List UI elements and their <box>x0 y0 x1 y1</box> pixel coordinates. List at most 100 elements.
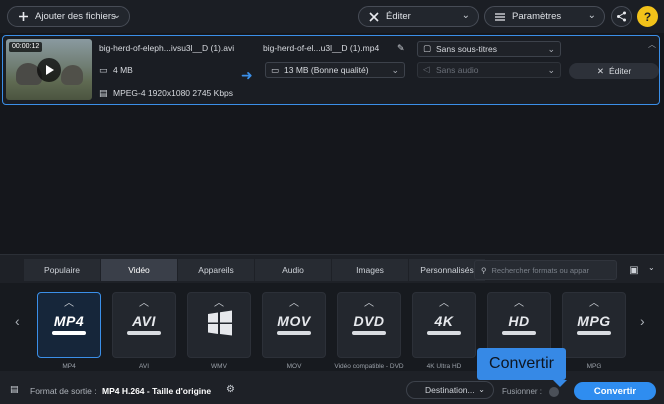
format-wmv[interactable]: ︿ <box>187 292 251 358</box>
avi-format-icon: AVI <box>132 313 156 329</box>
output-size-label: 13 MB (Bonne qualité) <box>284 65 369 75</box>
mp4-format-icon: MP4 <box>53 313 85 329</box>
help-button[interactable]: ? <box>637 6 658 27</box>
output-format-icon: ▤ <box>10 384 19 394</box>
destination-dropdown[interactable]: Destination... ⌄ <box>406 381 494 399</box>
edit-file-label: Éditer <box>608 66 632 76</box>
format-avi[interactable]: ︿ AVI <box>112 292 176 358</box>
merge-label: Fusionner : <box>502 387 543 396</box>
format-name: Vidéo compatible - DVD <box>334 363 404 370</box>
add-files-button[interactable]: Ajouter des fichiers ⌄ <box>7 6 130 27</box>
format-mpg[interactable]: ︿ MPG <box>562 292 626 358</box>
chevron-down-icon: ⌄ <box>587 10 596 21</box>
format-dvd[interactable]: ︿ DVD <box>337 292 401 358</box>
format-4k[interactable]: ︿ 4K <box>412 292 476 358</box>
output-size-dropdown[interactable]: ▭ 13 MB (Bonne qualité) ⌄ <box>265 62 405 78</box>
chevron-down-icon: ⌄ <box>461 10 470 21</box>
tab-images[interactable]: Images <box>332 259 408 281</box>
file-icon: ▭ <box>99 65 108 75</box>
format-name: MPG <box>586 363 602 370</box>
mov-format-icon: MOV <box>277 313 311 329</box>
destination-label: Destination... <box>425 385 475 395</box>
tab-appareils[interactable]: Appareils <box>178 259 254 281</box>
settings-sliders-icon <box>493 10 507 24</box>
chevron-up-icon: ︿ <box>64 298 74 309</box>
convert-tooltip: Convertir <box>477 348 567 387</box>
file-list: 00:00:12 big-herd-of-eleph...ivsu3l__D (… <box>0 33 664 254</box>
mpg-format-icon: MPG <box>577 313 611 329</box>
speech-bubble-icon: ▢ <box>423 43 432 53</box>
dvd-format-icon: DVD <box>353 313 385 329</box>
source-file-name: big-herd-of-eleph...ivsu3l__D (1).avi <box>99 43 235 53</box>
format-name: MP4 <box>62 363 76 370</box>
chevron-up-icon: ︿ <box>289 298 299 309</box>
chevron-up-icon: ︿ <box>589 298 599 309</box>
convert-arrow-icon: ➜ <box>241 67 253 83</box>
format-name: WMV <box>211 363 227 370</box>
chevron-down-icon: ⌄ <box>391 65 399 75</box>
file-item[interactable]: 00:00:12 big-herd-of-eleph...ivsu3l__D (… <box>2 35 660 105</box>
format-search-placeholder: Rechercher formats ou appar <box>491 265 590 275</box>
plus-icon <box>16 10 30 24</box>
chevron-up-icon: ︿ <box>439 298 449 309</box>
tab-populaire[interactable]: Populaire <box>24 259 100 281</box>
subtitles-label: Sans sous-titres <box>436 44 497 54</box>
chevron-up-icon[interactable]: ︿ <box>648 39 656 50</box>
play-icon[interactable] <box>37 58 61 82</box>
tools-icon: ✕ <box>596 65 604 76</box>
add-files-label: Ajouter des fichiers <box>35 11 116 22</box>
output-format-label: Format de sortie : <box>30 386 97 396</box>
video-thumbnail[interactable]: 00:00:12 <box>6 39 92 100</box>
speaker-icon: ◁ <box>423 64 430 74</box>
duration-badge: 00:00:12 <box>9 42 43 52</box>
edit-file-button[interactable]: ✕ Éditer <box>569 63 659 79</box>
subtitles-dropdown[interactable]: ▢ Sans sous-titres ⌄ <box>417 41 561 57</box>
audio-dropdown[interactable]: ◁ Sans audio ⌄ <box>417 62 561 78</box>
tab-audio[interactable]: Audio <box>255 259 331 281</box>
chevron-up-icon: ︿ <box>139 298 149 309</box>
format-name: 4K Ultra HD <box>426 363 462 370</box>
chevron-up-icon: ︿ <box>214 298 224 309</box>
gear-icon[interactable]: ⚙ <box>226 384 235 395</box>
chevron-right-icon[interactable]: › <box>640 313 645 329</box>
format-name: MOV <box>286 363 302 370</box>
main-toolbar: Ajouter des fichiers ⌄ Éditer ⌄ Paramètr… <box>0 0 664 33</box>
format-search-input[interactable]: ⚲ Rechercher formats ou appar <box>474 260 617 280</box>
tab-video[interactable]: Vidéo <box>101 259 177 281</box>
question-mark-icon: ? <box>643 9 652 24</box>
edit-menu-button[interactable]: Éditer ⌄ <box>358 6 479 27</box>
source-file-size: 4 MB <box>113 65 133 75</box>
format-name: AVI <box>139 363 149 370</box>
audio-label: Sans audio <box>436 65 479 75</box>
edit-menu-label: Éditer <box>386 11 411 22</box>
output-format-value[interactable]: MP4 H.264 - Taille d'origine <box>102 386 211 396</box>
format-mov[interactable]: ︿ MOV <box>262 292 326 358</box>
chevron-down-icon[interactable]: ⌄ <box>648 263 655 272</box>
film-icon: ▤ <box>99 88 108 98</box>
chevron-down-icon: ⌄ <box>547 65 555 75</box>
convert-button[interactable]: Convertir <box>574 382 656 400</box>
output-file-name: big-herd-of-el...u3l__D (1).mp4 <box>263 43 380 53</box>
chevron-up-icon: ︿ <box>514 298 524 309</box>
chevron-down-icon: ⌄ <box>112 10 121 21</box>
format-tabs: Populaire Vidéo Appareils Audio Images P… <box>24 259 486 281</box>
settings-menu-button[interactable]: Paramètres ⌄ <box>484 6 605 27</box>
windows-logo-icon <box>208 310 232 336</box>
rename-pencil-icon[interactable]: ✎ <box>397 43 407 53</box>
chevron-left-icon[interactable]: ‹ <box>15 313 20 329</box>
device-detect-icon[interactable]: ▣ <box>625 261 643 279</box>
file-icon: ▭ <box>271 65 280 75</box>
share-button[interactable] <box>611 6 632 27</box>
source-file-info: MPEG-4 1920x1080 2745 Kbps <box>113 88 234 98</box>
format-mp4[interactable]: ︿ MP4 <box>37 292 101 358</box>
tools-icon <box>367 10 381 24</box>
share-icon <box>617 11 626 22</box>
settings-menu-label: Paramètres <box>512 11 562 22</box>
chevron-up-icon: ︿ <box>364 298 374 309</box>
chevron-down-icon: ⌄ <box>478 385 485 394</box>
merge-toggle[interactable] <box>549 387 559 397</box>
chevron-down-icon: ⌄ <box>547 44 555 54</box>
search-icon: ⚲ <box>481 265 487 275</box>
4k-format-icon: 4K <box>434 313 454 329</box>
hd-format-icon: HD <box>508 313 530 329</box>
